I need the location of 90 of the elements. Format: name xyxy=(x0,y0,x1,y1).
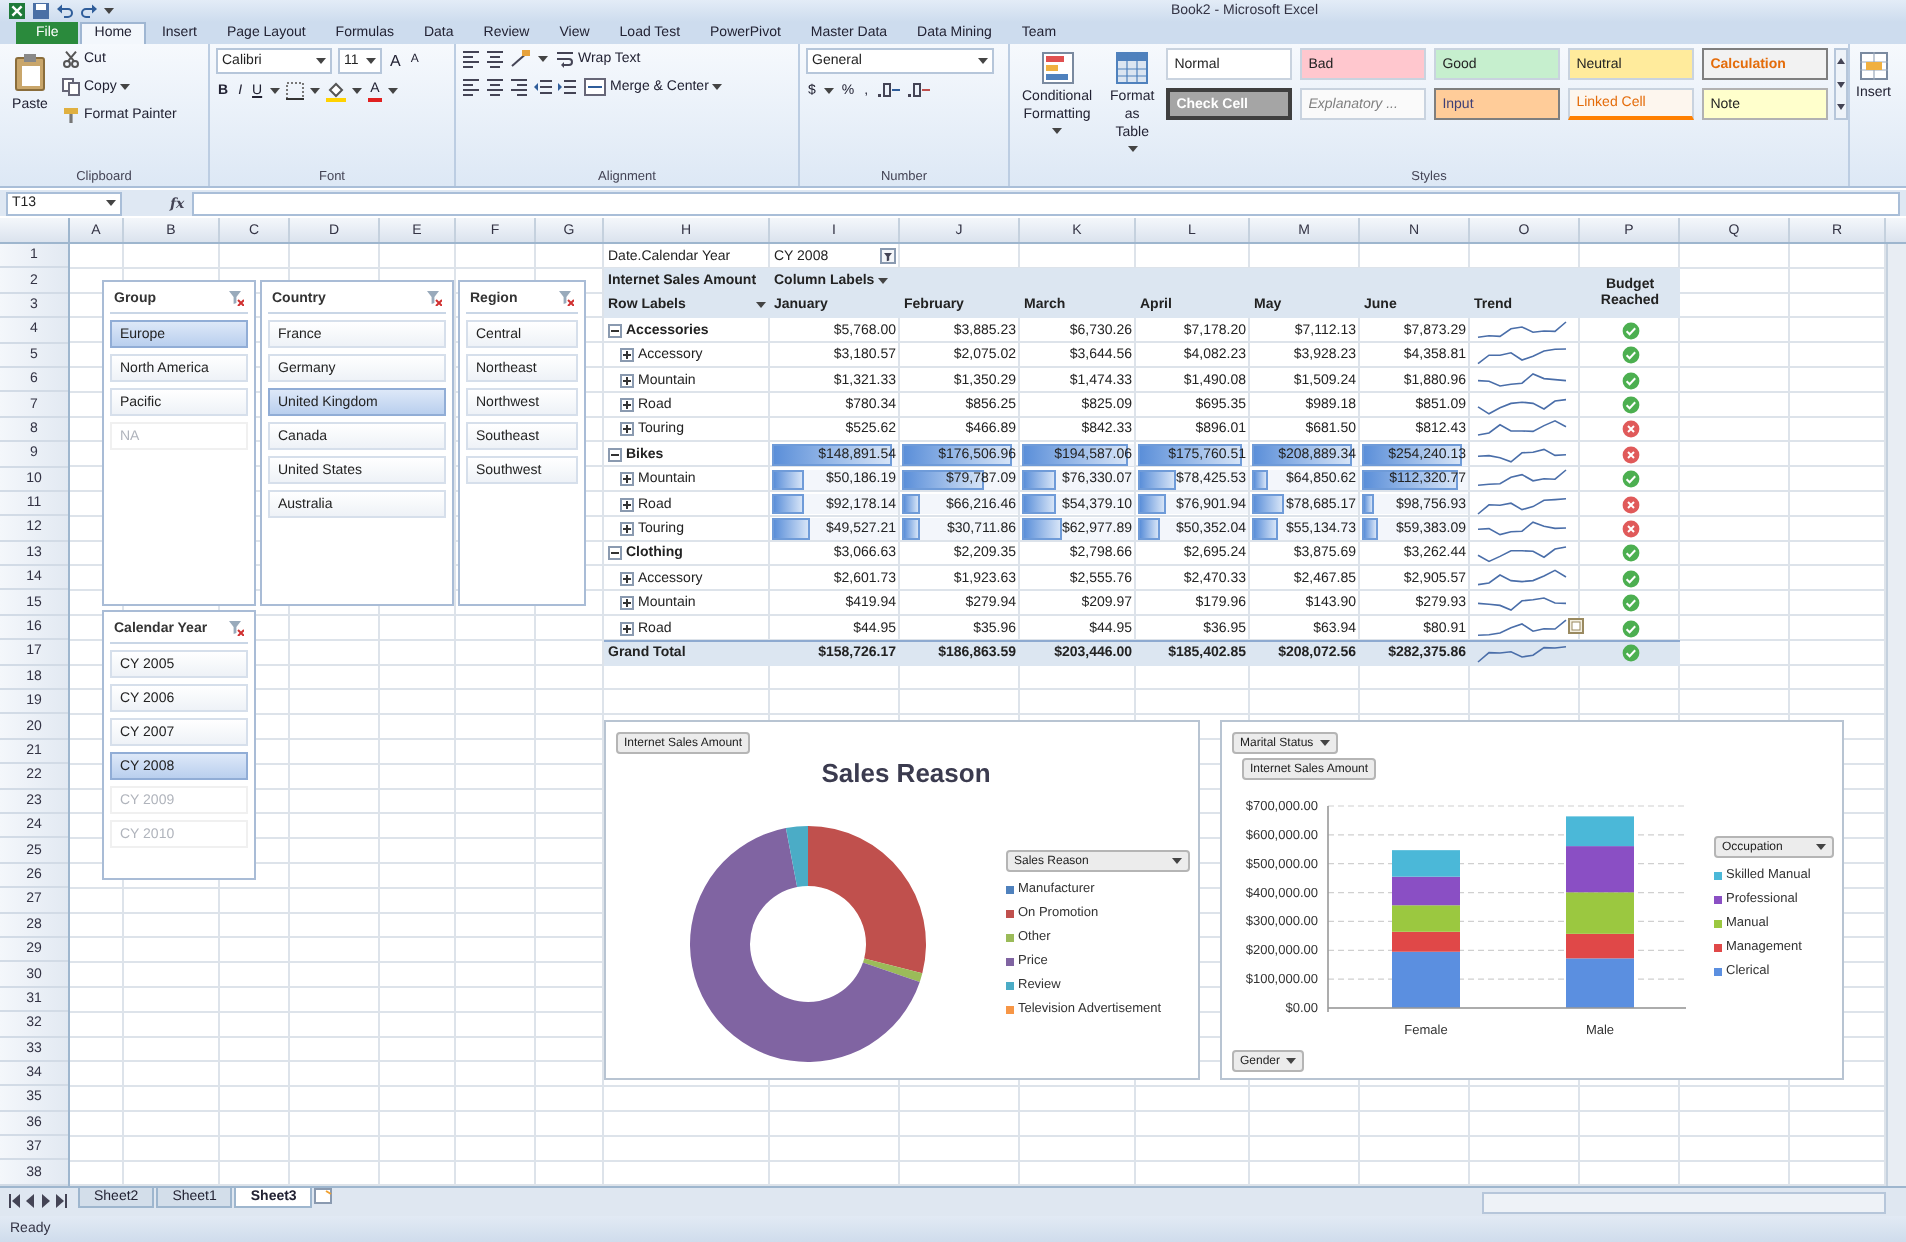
caret-icon[interactable] xyxy=(756,302,766,309)
fill-color-icon[interactable] xyxy=(326,81,347,101)
expand-icon[interactable] xyxy=(620,348,634,363)
save-icon[interactable] xyxy=(32,2,50,20)
clear-filter-icon[interactable] xyxy=(228,290,244,306)
next-sheet-icon[interactable] xyxy=(40,1193,52,1207)
collapse-icon[interactable] xyxy=(608,546,622,561)
formula-input[interactable] xyxy=(192,191,1900,215)
horizontal-scrollbar[interactable] xyxy=(1482,1192,1886,1214)
caret-icon[interactable] xyxy=(1127,146,1138,152)
copy-icon xyxy=(62,78,80,96)
sparkline xyxy=(1474,319,1570,342)
expand-icon[interactable] xyxy=(620,497,634,512)
undo-icon[interactable] xyxy=(56,2,74,20)
caret-icon[interactable] xyxy=(878,278,889,285)
caret-icon[interactable] xyxy=(1052,128,1063,134)
expand-icon[interactable] xyxy=(620,521,634,536)
conditional-formatting-icon xyxy=(1041,52,1074,84)
sparkline xyxy=(1474,418,1570,441)
caret-icon[interactable] xyxy=(387,88,398,94)
filter-dropdown-icon[interactable] xyxy=(880,248,896,265)
alignment-icon[interactable] xyxy=(510,78,528,96)
gallery-scroll-icon[interactable] xyxy=(1834,48,1849,120)
redo-icon[interactable] xyxy=(80,2,98,20)
expand-icon[interactable] xyxy=(620,422,634,437)
caret-icon[interactable] xyxy=(270,88,281,94)
caret-icon[interactable] xyxy=(120,84,131,90)
expand-icon[interactable] xyxy=(620,621,634,636)
clear-filter-icon[interactable] xyxy=(426,290,442,306)
clipboard-icon xyxy=(12,52,48,92)
orientation-icon[interactable] xyxy=(510,50,532,68)
sparkline xyxy=(1474,592,1570,615)
sparkline xyxy=(1474,617,1570,640)
caret-icon[interactable] xyxy=(104,8,114,14)
sparkline xyxy=(1474,542,1570,565)
spreadsheet-icon[interactable] xyxy=(8,2,26,20)
alignment-icon[interactable] xyxy=(486,50,504,68)
indent-icon[interactable] xyxy=(558,78,576,96)
caret-icon[interactable] xyxy=(1172,858,1182,864)
collapse-icon[interactable] xyxy=(608,447,622,462)
caret-icon[interactable] xyxy=(823,88,834,94)
caret-icon[interactable] xyxy=(1286,1058,1297,1064)
sparkline xyxy=(1474,468,1570,491)
clear-filter-icon[interactable] xyxy=(228,620,244,636)
scissors-icon xyxy=(62,50,80,68)
merge-cells-icon xyxy=(584,78,606,96)
indent-icon[interactable] xyxy=(534,78,552,96)
previous-sheet-icon[interactable] xyxy=(24,1193,36,1207)
expand-icon[interactable] xyxy=(620,571,634,586)
sparkline xyxy=(1474,493,1570,516)
expand-icon[interactable] xyxy=(620,596,634,611)
insert-cells-icon xyxy=(1859,52,1888,80)
sparkline xyxy=(1474,369,1570,392)
sparkline xyxy=(1474,642,1570,665)
expand-icon[interactable] xyxy=(620,398,634,413)
paintbrush-icon xyxy=(62,106,80,124)
caret-icon[interactable] xyxy=(538,56,548,62)
paste-options-icon[interactable] xyxy=(1568,617,1584,634)
vertical-scrollbar[interactable] xyxy=(1886,244,1906,1186)
caret-icon[interactable] xyxy=(106,200,116,206)
caret-icon[interactable] xyxy=(1816,844,1826,850)
alignment-icon[interactable] xyxy=(462,78,480,96)
caret-icon[interactable] xyxy=(310,88,321,94)
increase-decimal-icon[interactable] xyxy=(876,82,901,100)
caret-icon[interactable] xyxy=(366,58,376,64)
caret-icon[interactable] xyxy=(978,58,988,64)
collapse-icon[interactable] xyxy=(608,323,622,338)
sparkline xyxy=(1474,567,1570,590)
caret-icon[interactable] xyxy=(712,84,723,90)
new-sheet-icon[interactable] xyxy=(314,1188,335,1206)
last-sheet-icon[interactable] xyxy=(56,1193,68,1207)
sparkline xyxy=(1474,517,1570,540)
expand-icon[interactable] xyxy=(620,472,634,487)
sparkline xyxy=(1474,344,1570,367)
caret-icon[interactable] xyxy=(352,88,363,94)
clear-filter-icon[interactable] xyxy=(558,290,574,306)
sparkline xyxy=(1474,394,1570,417)
sparkline xyxy=(1474,443,1570,466)
border-icon[interactable] xyxy=(286,82,305,100)
decrease-decimal-icon[interactable] xyxy=(906,82,931,100)
chart-title: Sales Reason xyxy=(819,758,993,788)
caret-icon[interactable] xyxy=(316,58,326,64)
alignment-icon[interactable] xyxy=(486,78,504,96)
first-sheet-icon[interactable] xyxy=(8,1193,20,1207)
caret-icon[interactable] xyxy=(1319,740,1330,746)
grow-font-button[interactable]: A xyxy=(388,50,403,72)
table-icon xyxy=(1116,52,1149,84)
alignment-icon[interactable] xyxy=(462,50,480,68)
expand-icon[interactable] xyxy=(620,373,634,388)
wrap-text-icon xyxy=(556,50,574,68)
